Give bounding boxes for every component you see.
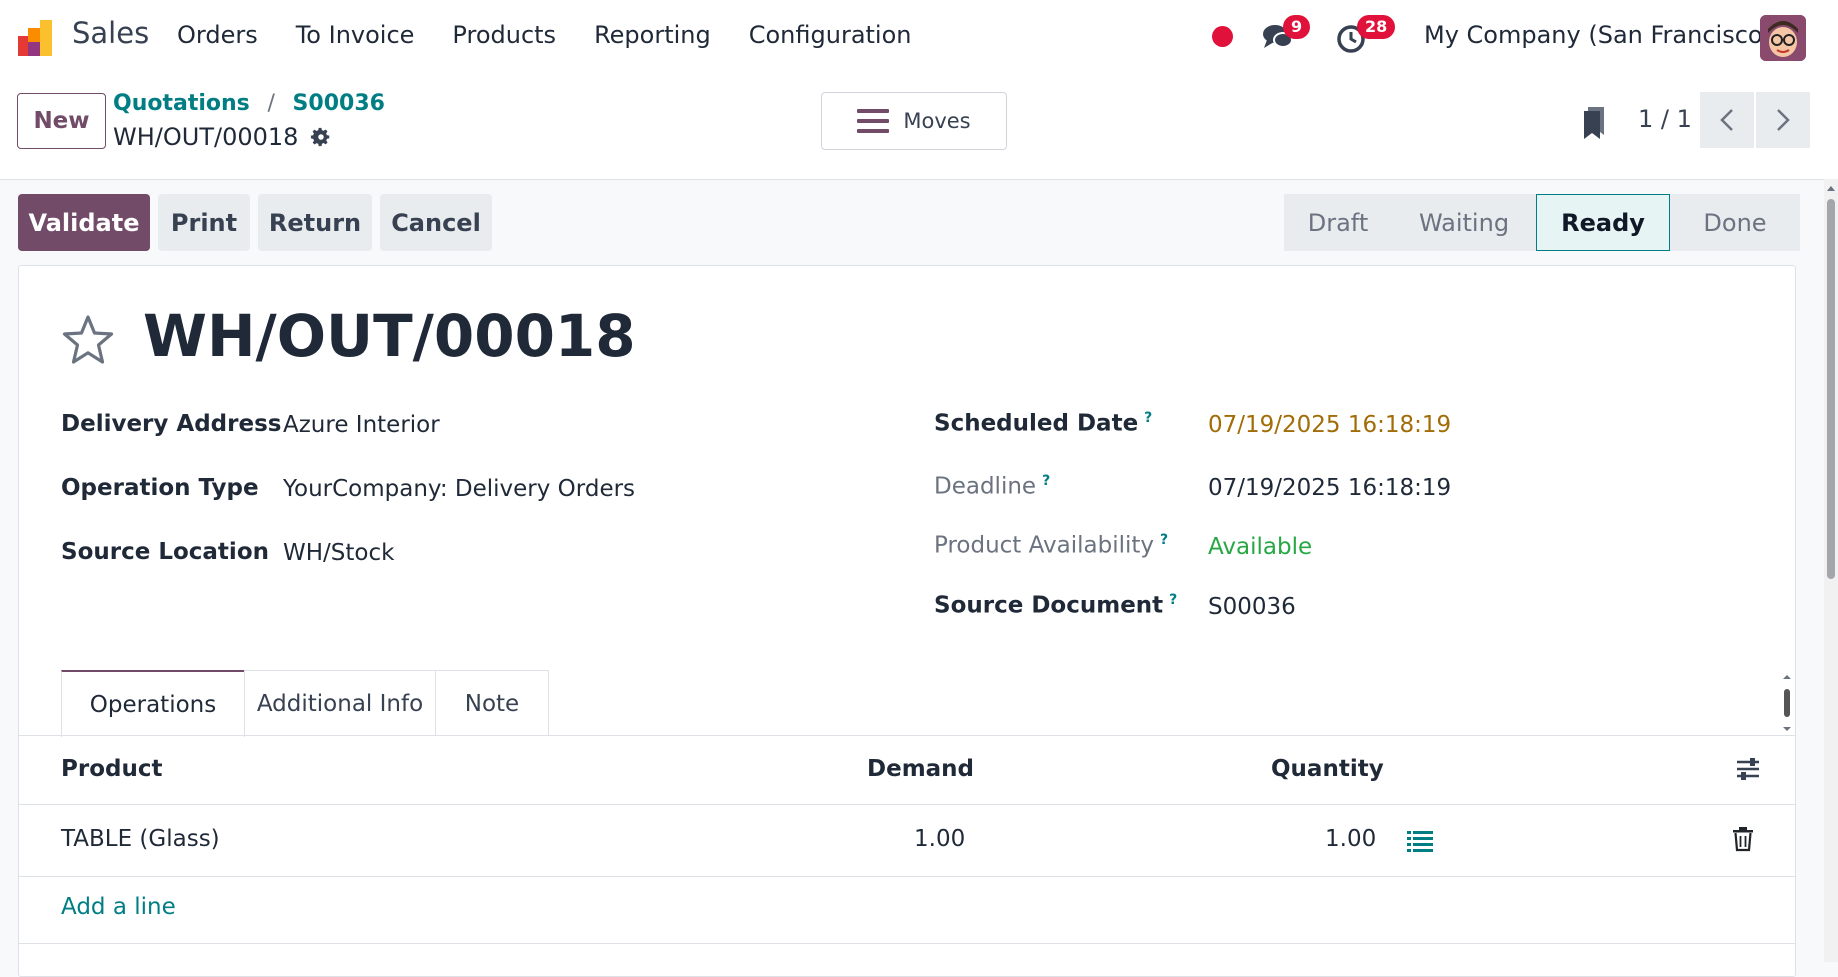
status-ready[interactable]: Ready [1536,194,1670,251]
header-divider [19,804,1795,805]
breadcrumb: Quotations / S00036 [113,91,385,116]
product-availability-label-text: Product Availability [934,532,1155,559]
row-divider [19,876,1795,877]
pager-value[interactable]: 1 / 1 [1638,105,1692,133]
deadline-help-icon[interactable]: ? [1042,473,1050,489]
row-product[interactable]: TABLE (Glass) [61,826,220,852]
scheduled-date-help-icon[interactable]: ? [1144,410,1152,426]
print-button[interactable]: Print [158,194,250,251]
page-scrollbar[interactable] [1824,179,1838,962]
source-location-value[interactable]: WH/Stock [283,540,394,566]
control-panel: New Quotations / S00036 WH/OUT/00018 Mov… [0,75,1838,180]
scroll-up-arrow-icon[interactable] [1824,182,1838,194]
moves-label: Moves [903,109,971,133]
record-name-row: WH/OUT/00018 [113,123,332,151]
source-document-help-icon[interactable]: ? [1169,592,1177,608]
breadcrumb-separator: / [267,91,275,116]
pager-next-button[interactable] [1756,92,1810,148]
delivery-address-value[interactable]: Azure Interior [283,412,440,438]
tab-note[interactable]: Note [435,670,549,736]
validate-button[interactable]: Validate [18,194,150,251]
optional-columns-icon[interactable] [1735,756,1761,782]
tab-operations[interactable]: Operations [61,670,245,737]
company-switcher[interactable]: My Company (San Francisco) [1424,21,1772,49]
moves-smart-button[interactable]: Moves [821,92,1007,150]
main-menu: Orders To Invoice Products Reporting Con… [177,21,950,49]
chevron-left-icon [1720,109,1733,131]
menu-products[interactable]: Products [452,21,556,49]
breadcrumb-quotations[interactable]: Quotations [113,91,250,116]
tab-additional-info[interactable]: Additional Info [244,670,436,736]
avatar-face-icon [1760,15,1806,61]
column-header-demand[interactable]: Demand [867,756,974,782]
column-header-product[interactable]: Product [61,756,162,782]
chevron-right-icon [1777,109,1790,131]
menu-to-invoice[interactable]: To Invoice [296,21,415,49]
product-availability-help-icon[interactable]: ? [1160,532,1168,548]
row-divider [19,943,1795,944]
product-availability-value: Available [1208,534,1313,560]
delivery-address-label: Delivery Address [61,411,282,437]
return-button[interactable]: Return [258,194,372,251]
gear-icon[interactable] [310,126,332,148]
detailed-operations-list-icon[interactable] [1407,829,1433,853]
operation-type-label: Operation Type [61,475,259,501]
operation-type-value[interactable]: YourCompany: Delivery Orders [283,476,635,502]
pager-previous-button[interactable] [1700,92,1754,148]
current-record-name: WH/OUT/00018 [113,123,299,151]
trash-icon[interactable] [1732,826,1754,852]
row-demand[interactable]: 1.00 [914,826,965,852]
sales-app-icon[interactable] [16,18,56,58]
product-availability-label: Product Availability? [934,532,1168,559]
form-action-bar: Validate Print Return Cancel Draft Waiti… [0,179,1838,263]
form-sheet: WH/OUT/00018 Delivery Address Azure Inte… [18,265,1796,977]
picking-title: WH/OUT/00018 [143,302,636,370]
status-done[interactable]: Done [1670,194,1800,251]
menu-reporting[interactable]: Reporting [594,21,711,49]
source-location-label: Source Location [61,539,269,565]
deadline-value[interactable]: 07/19/2025 16:18:19 [1208,475,1451,501]
user-avatar[interactable] [1760,15,1806,61]
scheduled-date-label: Scheduled Date? [934,410,1152,437]
deadline-label: Deadline? [934,473,1050,500]
deadline-label-text: Deadline [934,473,1037,500]
recording-indicator-icon[interactable] [1212,26,1233,47]
tab-divider [19,735,1795,736]
page-scrollbar-thumb[interactable] [1827,199,1835,579]
menu-configuration[interactable]: Configuration [749,21,912,49]
app-name[interactable]: Sales [72,16,149,50]
source-document-value[interactable]: S00036 [1208,594,1296,620]
inner-scrollbar[interactable] [1781,673,1793,733]
status-waiting[interactable]: Waiting [1392,194,1536,251]
notebook-tabs: Operations Additional Info Note [61,670,549,737]
column-header-quantity[interactable]: Quantity [1271,756,1384,782]
source-document-label-text: Source Document [934,592,1164,619]
scheduled-date-value[interactable]: 07/19/2025 16:18:19 [1208,412,1451,438]
star-icon[interactable] [61,314,115,366]
new-button[interactable]: New [17,93,106,149]
bookmark-icon [1584,107,1604,139]
activity-count-badge: 28 [1357,15,1396,39]
menu-orders[interactable]: Orders [177,21,258,49]
row-quantity[interactable]: 1.00 [1325,826,1376,852]
hamburger-icon [857,109,890,133]
source-document-label: Source Document? [934,592,1177,619]
status-draft[interactable]: Draft [1284,194,1392,251]
scheduled-date-label-text: Scheduled Date [934,410,1139,437]
add-line-link[interactable]: Add a line [61,894,176,920]
status-bar: Draft Waiting Ready Done [1284,194,1800,251]
breadcrumb-s00036[interactable]: S00036 [293,91,385,116]
cancel-button[interactable]: Cancel [380,194,492,251]
chat-count-badge: 9 [1283,15,1311,39]
top-navbar: Sales Orders To Invoice Products Reporti… [0,0,1838,75]
